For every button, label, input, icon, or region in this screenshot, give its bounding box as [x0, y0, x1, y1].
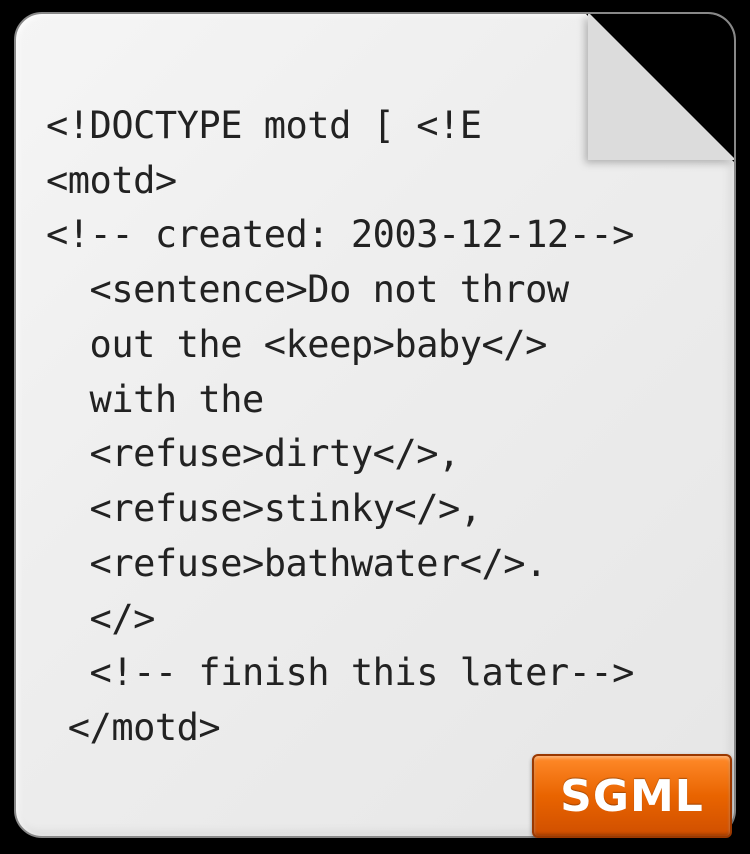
code-line: <refuse>stinky</>, [46, 487, 482, 530]
badge-label: SGML [560, 771, 704, 822]
fold-triangle [588, 12, 736, 160]
code-line: </> [46, 597, 155, 640]
sgml-badge: SGML [532, 754, 732, 838]
code-line: <motd> [46, 159, 177, 202]
code-line: <!-- created: 2003-12-12--> [46, 213, 634, 256]
folded-corner [586, 12, 736, 162]
code-line: out the <keep>baby</> [46, 323, 547, 366]
code-line: <sentence>Do not throw [46, 268, 569, 311]
code-line: <refuse>dirty</>, [46, 432, 460, 475]
code-line: <!-- finish this later--> [46, 651, 634, 694]
code-line: </motd> [46, 706, 220, 749]
code-line: with the [46, 378, 264, 421]
document-page: <!DOCTYPE motd [ <!E <motd> <!-- created… [14, 12, 736, 838]
code-line: <!DOCTYPE motd [ <!E [46, 104, 482, 147]
code-line: <refuse>bathwater</>. [46, 542, 547, 585]
